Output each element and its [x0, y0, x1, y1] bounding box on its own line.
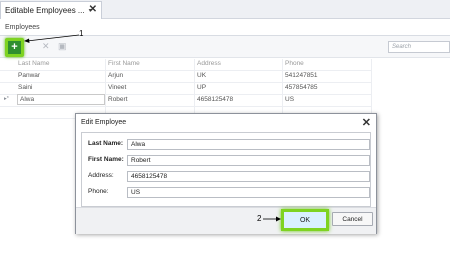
callout-arrowhead-2 [276, 216, 281, 222]
callout-arrows [24, 34, 281, 222]
callout-arrow-1 [26, 34, 80, 42]
callout-arrowhead-1 [24, 38, 30, 43]
